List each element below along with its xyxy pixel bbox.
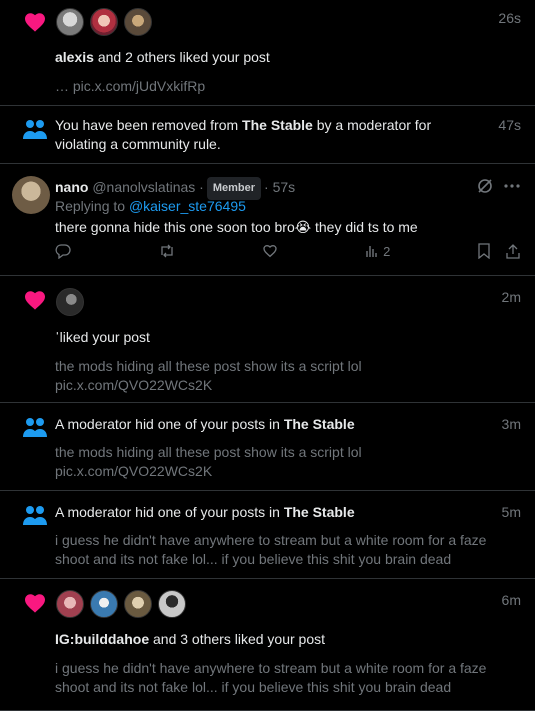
post-snippet[interactable]: the mods hiding all these post show its … — [55, 443, 485, 481]
community-icon — [23, 418, 47, 437]
reply-icon — [55, 244, 71, 259]
notification-text: A moderator hid one of your posts in The… — [55, 504, 355, 520]
avatar[interactable] — [12, 176, 50, 214]
reply-text: there gonna hide this one soon too bro😭 … — [55, 219, 418, 235]
avatar-group — [56, 288, 84, 316]
heart-icon — [25, 13, 45, 32]
avatar[interactable] — [56, 8, 84, 36]
notification-community-removed[interactable]: You have been removed from The Stable by… — [0, 106, 535, 164]
notification-action: liked your post — [59, 329, 150, 345]
notifications-feed: 26s alexis and 2 others liked your post … — [0, 0, 535, 711]
community-name[interactable]: The Stable — [284, 416, 355, 432]
avatar[interactable] — [124, 8, 152, 36]
notification-text: alexis and 2 others liked your post — [55, 48, 485, 67]
notification-action: and 2 others liked your post — [93, 49, 270, 65]
avatar[interactable] — [90, 590, 118, 618]
post-snippet[interactable]: the mods hiding all these post show its … — [55, 357, 485, 395]
heart-icon — [25, 291, 45, 310]
avatar-group — [56, 590, 186, 618]
notification-like[interactable]: 6m IG:builddahoe and 3 others liked your… — [0, 579, 535, 711]
replying-to: Replying to @kaiser_ste76495 — [55, 198, 246, 214]
notification-text: ˈliked your post — [55, 328, 485, 347]
community-name[interactable]: The Stable — [284, 504, 355, 520]
views-count: 2 — [383, 243, 391, 259]
like-icon — [263, 244, 278, 258]
retweet-icon — [161, 244, 173, 258]
action-bar: 2 — [55, 243, 521, 259]
notification-text: A moderator hid one of your posts in The… — [55, 416, 355, 432]
notification-action: and 3 others liked your post — [149, 631, 325, 647]
community-icon — [23, 120, 47, 139]
more-icon[interactable] — [503, 178, 521, 194]
notification-text: You have been removed from The Stable by… — [55, 117, 432, 152]
notification-like[interactable]: 2m ˈliked your post the mods hiding all … — [0, 276, 535, 403]
post-snippet[interactable]: i guess he didn't have anywhere to strea… — [55, 531, 521, 569]
actor-name[interactable]: alexis — [55, 49, 94, 65]
like-button[interactable] — [262, 243, 278, 259]
avatar[interactable] — [56, 288, 84, 316]
notification-post-hidden[interactable]: A moderator hid one of your posts in The… — [0, 403, 535, 491]
user-handle[interactable]: @nanolvslatinas — [92, 179, 195, 195]
views-icon — [366, 246, 377, 257]
timestamp: 5m — [501, 504, 521, 520]
repost-button[interactable] — [158, 243, 176, 259]
notification-text: IG:builddahoe and 3 others liked your po… — [55, 630, 485, 649]
grok-icon[interactable] — [477, 178, 493, 194]
timestamp: 6m — [501, 592, 521, 608]
avatar[interactable] — [158, 590, 186, 618]
avatar-group — [56, 8, 152, 36]
avatar[interactable] — [124, 590, 152, 618]
community-name[interactable]: The Stable — [242, 117, 313, 133]
notification-reply[interactable]: nano @nanolvslatinas · Member · 57s Replyi… — [0, 164, 535, 276]
share-icon[interactable] — [505, 243, 521, 259]
notification-like[interactable]: 26s alexis and 2 others liked your post … — [0, 0, 535, 106]
notification-post-hidden[interactable]: A moderator hid one of your posts in The… — [0, 491, 535, 579]
timestamp: 47s — [498, 117, 521, 133]
user-name[interactable]: nano — [55, 179, 88, 195]
post-snippet[interactable]: … pic.x.com/jUdVxkifRp — [55, 77, 485, 96]
heart-icon — [25, 594, 45, 613]
bookmark-icon[interactable] — [477, 243, 491, 259]
timestamp: 26s — [498, 10, 521, 26]
community-icon — [23, 506, 47, 525]
timestamp: 2m — [501, 289, 521, 305]
avatar[interactable] — [56, 590, 84, 618]
avatar[interactable] — [90, 8, 118, 36]
emoji: 😭 — [294, 219, 312, 235]
post-snippet[interactable]: i guess he didn't have anywhere to strea… — [55, 659, 521, 697]
actor-name[interactable]: IG:builddahoe — [55, 631, 149, 647]
timestamp: 57s — [272, 179, 296, 195]
views-button[interactable]: 2 — [365, 244, 390, 259]
reply-target-handle[interactable]: @kaiser_ste76495 — [129, 198, 246, 214]
timestamp: 3m — [501, 416, 521, 432]
reply-button[interactable] — [55, 243, 71, 259]
